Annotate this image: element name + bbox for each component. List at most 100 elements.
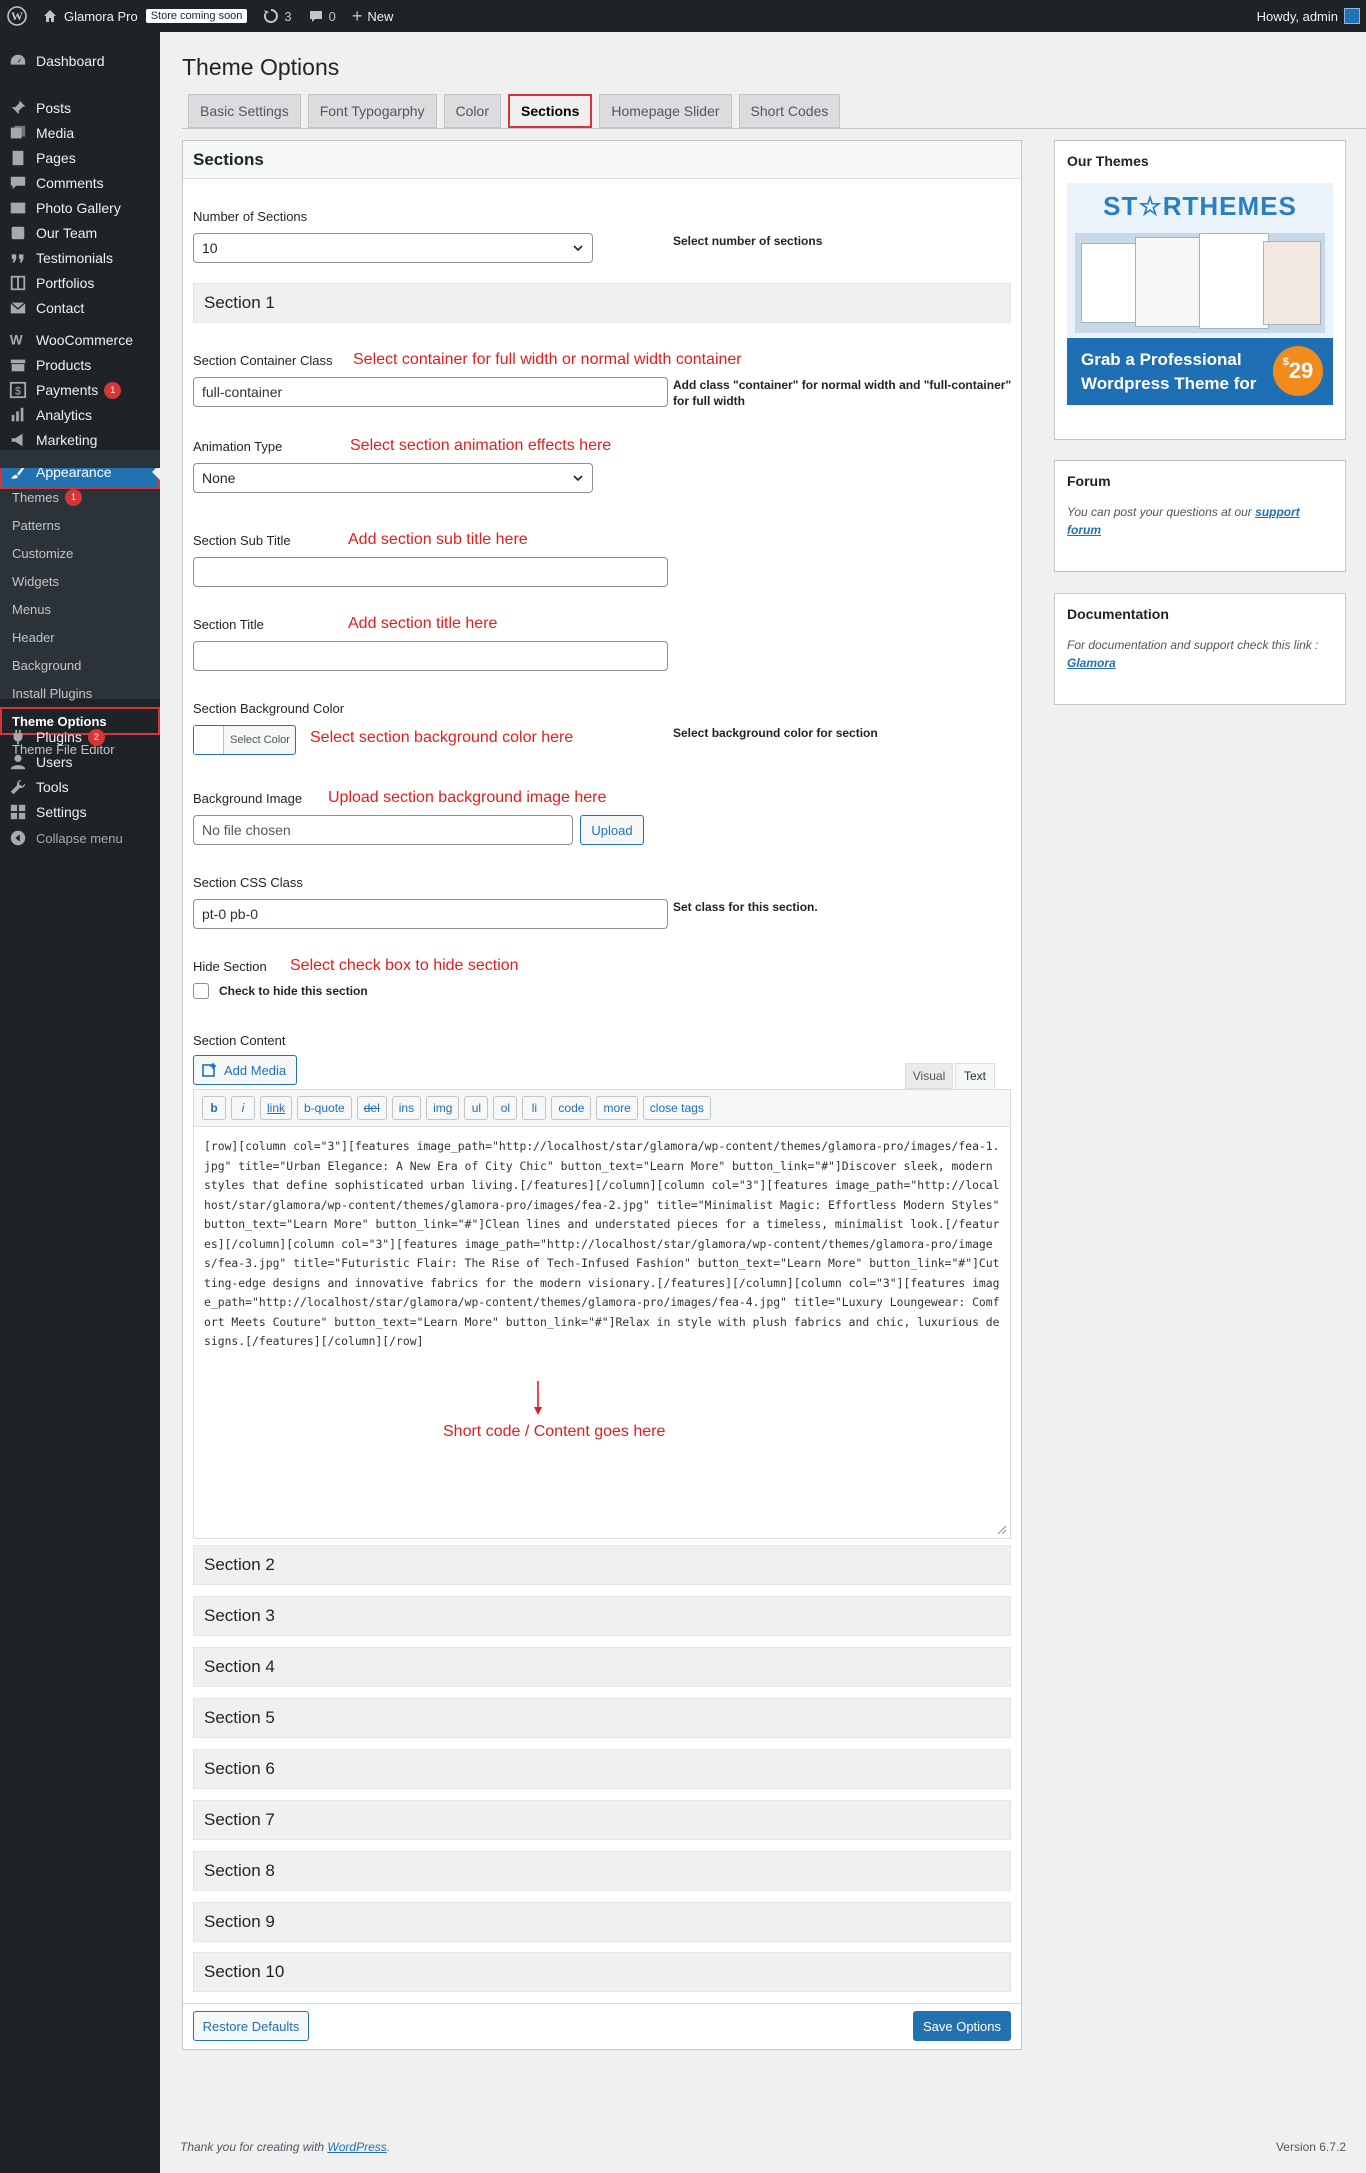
new-content-link[interactable]: + New [344,0,402,32]
qt-img-button[interactable]: img [426,1096,460,1120]
qt-italic-button[interactable]: i [231,1096,255,1120]
panel-title: Sections [183,141,1021,179]
banner-line-2: Wordpress Theme for [1081,374,1257,393]
collapse-menu-button[interactable]: Collapse menu [0,821,160,855]
add-media-button[interactable]: Add Media [193,1055,297,1085]
bg-image-annotation: Upload section background image here [328,789,607,806]
menu-label: Tools [36,779,69,795]
save-options-button[interactable]: Save Options [913,2011,1011,2041]
admin-bar: W Glamora Pro Store coming soon 3 0 + Ne… [0,0,1366,32]
css-class-input[interactable]: pt-0 pb-0 [193,899,668,929]
qt-ol-button[interactable]: ol [493,1096,518,1120]
forum-box: Forum You can post your questions at our… [1054,460,1346,572]
bg-image-input[interactable]: No file chosen [193,815,573,845]
page-icon [8,148,28,168]
svg-text:$: $ [15,386,21,398]
qt-code-button[interactable]: code [551,1096,592,1120]
qt-close-tags-button[interactable]: close tags [642,1096,711,1120]
themes-banner[interactable]: ST☆RTHEMES Grab a Professional Wordpress… [1067,183,1333,405]
home-icon [44,10,56,22]
submenu-install-plugins[interactable]: Install Plugins [0,679,160,707]
tab-font-typography[interactable]: Font Typogarphy [307,94,437,128]
tab-color[interactable]: Color [443,94,501,128]
menu-dashboard[interactable]: Dashboard [0,44,160,78]
gallery-icon [8,198,28,218]
logo-text-end: RTHEMES [1162,191,1297,221]
num-sections-value: 10 [202,240,218,256]
bg-image-label: Background Image [193,791,303,806]
section-content-textarea[interactable]: [row][column col="3"][features image_pat… [193,1127,1011,1539]
forum-text: You can post your questions at our suppo… [1067,503,1333,539]
admin-sidebar: Dashboard Posts Media Pages Comments Pho… [0,32,160,2173]
qt-li-button[interactable]: li [522,1096,547,1120]
animation-type-select[interactable]: None [193,463,593,493]
qt-link-button[interactable]: link [260,1096,293,1120]
visual-tab[interactable]: Visual [905,1063,953,1089]
section-title-input[interactable] [193,641,668,671]
restore-defaults-button[interactable]: Restore Defaults [193,2011,309,2041]
add-media-icon [202,1063,216,1077]
tab-sections[interactable]: Sections [508,94,593,128]
section-5-header[interactable]: Section 5 [193,1698,1011,1738]
menu-contact[interactable]: Contact [0,291,160,325]
documentation-box: Documentation For documentation and supp… [1054,593,1346,705]
price-badge: $29 [1273,346,1323,396]
upload-button[interactable]: Upload [580,815,644,845]
submenu-label: Themes [12,489,59,505]
submenu-background[interactable]: Background [0,651,160,679]
media-icon [8,123,28,143]
glamora-link[interactable]: Glamora [1067,656,1116,670]
menu-label: Plugins [36,729,82,745]
arrow-down-icon [534,1381,542,1415]
sub-title-annotation: Add section sub title here [348,531,528,548]
submenu-themes[interactable]: Themes 1 [0,483,160,511]
qt-bold-button[interactable]: b [202,1096,226,1120]
qt-blockquote-button[interactable]: b-quote [297,1096,352,1120]
resize-handle-icon[interactable] [997,1525,1007,1535]
qt-ul-button[interactable]: ul [464,1096,489,1120]
submenu-header[interactable]: Header [0,623,160,651]
account-menu[interactable]: Howdy, admin [1249,0,1366,32]
section-3-header[interactable]: Section 3 [193,1596,1011,1636]
hide-section-label: Hide Section [193,959,267,974]
submenu-menus[interactable]: Menus [0,595,160,623]
container-class-input[interactable]: full-container [193,377,668,407]
submenu-widgets[interactable]: Widgets [0,567,160,595]
plugins-badge: 2 [87,728,105,746]
num-sections-select[interactable]: 10 [193,233,593,263]
sub-title-input[interactable] [193,557,668,587]
tab-basic-settings[interactable]: Basic Settings [188,94,301,128]
our-themes-box: Our Themes ST☆RTHEMES Grab a Professiona… [1054,140,1346,440]
section-4-header[interactable]: Section 4 [193,1647,1011,1687]
section-1-header[interactable]: Section 1 [193,283,1011,323]
submenu-customize[interactable]: Customize [0,539,160,567]
site-name-link[interactable]: Glamora Pro Store coming soon [34,0,255,32]
section-8-header[interactable]: Section 8 [193,1851,1011,1891]
section-7-header[interactable]: Section 7 [193,1800,1011,1840]
wordpress-link[interactable]: WordPress [327,2140,386,2154]
comment-bubble-icon [309,11,322,22]
hide-section-checkbox[interactable] [193,983,209,999]
qt-del-button[interactable]: del [356,1096,387,1120]
comment-icon [8,173,28,193]
menu-label: Analytics [36,407,93,423]
section-6-header[interactable]: Section 6 [193,1749,1011,1789]
tab-short-codes[interactable]: Short Codes [738,94,841,128]
submenu-patterns[interactable]: Patterns [0,511,160,539]
wordpress-logo-icon[interactable]: W [0,0,34,32]
banner-bottom-bar: Grab a Professional Wordpress Theme for … [1067,338,1333,405]
updates-link[interactable]: 3 [255,0,299,32]
section-10-header[interactable]: Section 10 [193,1952,1011,1992]
chart-icon [8,405,28,425]
team-icon [8,223,28,243]
comments-link[interactable]: 0 [300,0,344,32]
banner-tagline: Grab a Professional Wordpress Theme for [1081,348,1256,396]
section-9-header[interactable]: Section 9 [193,1902,1011,1942]
qt-ins-button[interactable]: ins [391,1096,422,1120]
section-2-header[interactable]: Section 2 [193,1545,1011,1585]
tab-homepage-slider[interactable]: Homepage Slider [599,94,732,128]
text-tab[interactable]: Text [955,1063,995,1089]
container-class-desc: Add class "container" for normal width a… [673,378,1012,408]
bg-color-picker-button[interactable]: Select Color [193,725,296,755]
qt-more-button[interactable]: more [596,1096,638,1120]
